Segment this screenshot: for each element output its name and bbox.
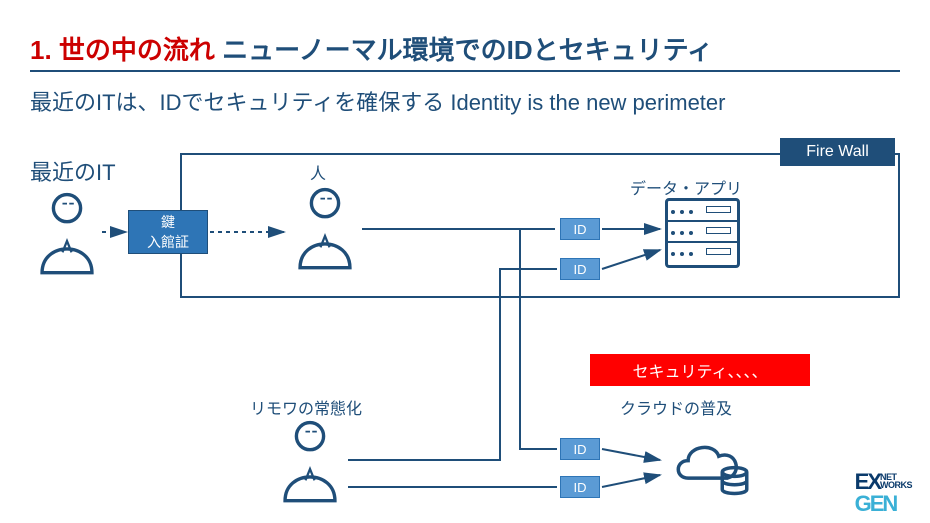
id-badge-3: ID: [560, 438, 600, 460]
cloud-db-icon: [665, 430, 755, 500]
person-icon-inside: [290, 185, 360, 270]
recent-it-label: 最近のIT: [30, 155, 116, 187]
heading-red-text: 世の中の流れ: [59, 35, 215, 65]
id-badge-2: ID: [560, 258, 600, 280]
person-icon-remote: [275, 418, 345, 503]
firewall-label: Fire Wall: [780, 138, 895, 166]
security-badge: セキュリティ、、、、: [590, 354, 810, 386]
heading-number: 1.: [30, 35, 52, 65]
exgen-logo: EXNETWORKS GEN: [855, 471, 912, 515]
id-badge-4: ID: [560, 476, 600, 498]
label-cloud: クラウドの普及: [620, 395, 732, 419]
key-line1: 鍵: [161, 212, 175, 232]
logo-works: WORKS: [880, 480, 912, 490]
firewall-boundary: [180, 153, 900, 298]
id-badge-1: ID: [560, 218, 600, 240]
label-data-app: データ・アプリ: [630, 175, 742, 199]
page-heading: 1. 世の中の流れ ニューノーマル環境でのIDとセキュリティ: [30, 30, 713, 67]
subtitle: 最近のITは、IDでセキュリティを確保する Identity is the ne…: [30, 85, 725, 117]
heading-underline: [30, 70, 900, 72]
label-person: 人: [310, 160, 326, 184]
label-remote: リモワの常態化: [250, 395, 362, 419]
key-badge: 鍵 入館証: [128, 210, 208, 254]
key-line2: 入館証: [147, 232, 189, 252]
person-icon-outside: [32, 190, 102, 275]
heading-blue-text: ニューノーマル環境でのIDとセキュリティ: [222, 35, 713, 65]
logo-gen: GEN: [855, 491, 897, 516]
server-icon: [665, 198, 740, 268]
